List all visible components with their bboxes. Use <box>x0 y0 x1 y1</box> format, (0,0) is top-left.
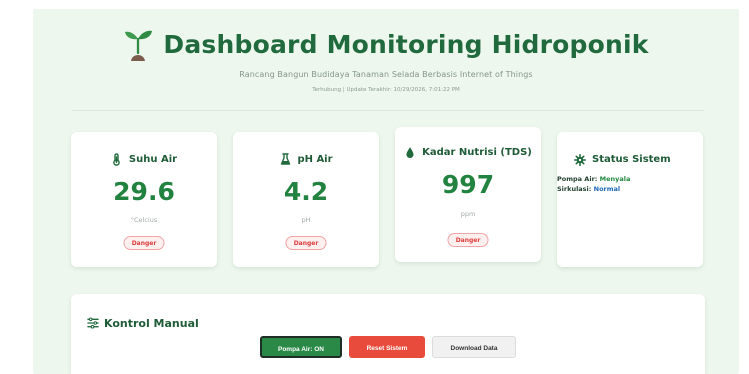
manual-control-label: Kontrol Manual <box>104 316 199 330</box>
manual-control-panel: Kontrol Manual Pompa Air: ON Reset Siste… <box>71 294 705 374</box>
connection-update-status: Terhubung | Update Terakhir: 10/29/2026,… <box>312 87 460 93</box>
nutrient-tds-card: Kadar Nutrisi (TDS) 997 ppm Danger <box>395 127 541 262</box>
nutrient-tds-danger-badge: Danger <box>447 233 489 247</box>
seedling-icon <box>123 26 153 62</box>
nutrient-tds-title: Kadar Nutrisi (TDS) <box>395 145 541 160</box>
header-divider <box>72 110 704 111</box>
flask-icon <box>279 153 291 167</box>
circulation-status-line: Sirkulasi: Normal <box>557 184 683 194</box>
water-temperature-value: 29.6 <box>113 177 175 206</box>
thermometer-icon <box>111 153 123 167</box>
water-temperature-card: Suhu Air 29.6 °Celcius Danger <box>71 132 217 267</box>
circulation-status-value: Normal <box>593 185 621 193</box>
system-status-card: Status Sistem Pompa Air: Menyala Sirkula… <box>557 132 703 267</box>
water-temperature-danger-badge: Danger <box>123 236 165 250</box>
water-temperature-title: Suhu Air <box>71 152 217 167</box>
pump-status-line: Pompa Air: Menyala <box>557 174 683 184</box>
download-data-button[interactable]: Download Data <box>432 336 516 358</box>
pump-status-label: Pompa Air: <box>557 175 598 183</box>
water-ph-title: pH Air <box>233 152 379 167</box>
dashboard-header: Dashboard Monitoring Hidroponik Rancang … <box>33 24 739 93</box>
dashboard-page: Dashboard Monitoring Hidroponik Rancang … <box>0 0 749 374</box>
title-row: Dashboard Monitoring Hidroponik <box>33 24 739 64</box>
nutrient-tds-unit: ppm <box>460 210 476 218</box>
nutrient-tds-value: 997 <box>441 170 495 199</box>
gear-icon <box>574 153 586 167</box>
manual-control-buttons: Pompa Air: ON Reset Sistem Download Data <box>260 336 516 358</box>
water-temperature-label: Suhu Air <box>128 154 178 165</box>
water-ph-unit: pH <box>301 216 311 224</box>
pump-toggle-button[interactable]: Pompa Air: ON <box>260 336 342 358</box>
nutrient-tds-label: Kadar Nutrisi (TDS) <box>422 147 532 158</box>
droplet-icon <box>404 146 416 160</box>
reset-system-button[interactable]: Reset Sistem <box>349 336 425 358</box>
water-ph-card: pH Air 4.2 pH Danger <box>233 132 379 267</box>
water-ph-danger-badge: Danger <box>285 236 327 250</box>
system-status-title: Status Sistem <box>574 152 703 167</box>
manual-control-title: Kontrol Manual <box>87 316 199 330</box>
sliders-icon <box>87 316 99 330</box>
page-subtitle: Rancang Bangun Budidaya Tanaman Selada B… <box>239 70 533 79</box>
circulation-status-label: Sirkulasi: <box>557 185 592 193</box>
water-ph-label: pH Air <box>297 154 333 165</box>
pump-status-value: Menyala <box>599 175 631 183</box>
system-status-label: Status Sistem <box>592 154 671 165</box>
water-ph-value: 4.2 <box>283 177 329 206</box>
water-temperature-unit: °Celcius <box>130 216 158 224</box>
system-status-details: Pompa Air: Menyala Sirkulasi: Normal <box>557 174 683 194</box>
page-title: Dashboard Monitoring Hidroponik <box>163 29 649 59</box>
